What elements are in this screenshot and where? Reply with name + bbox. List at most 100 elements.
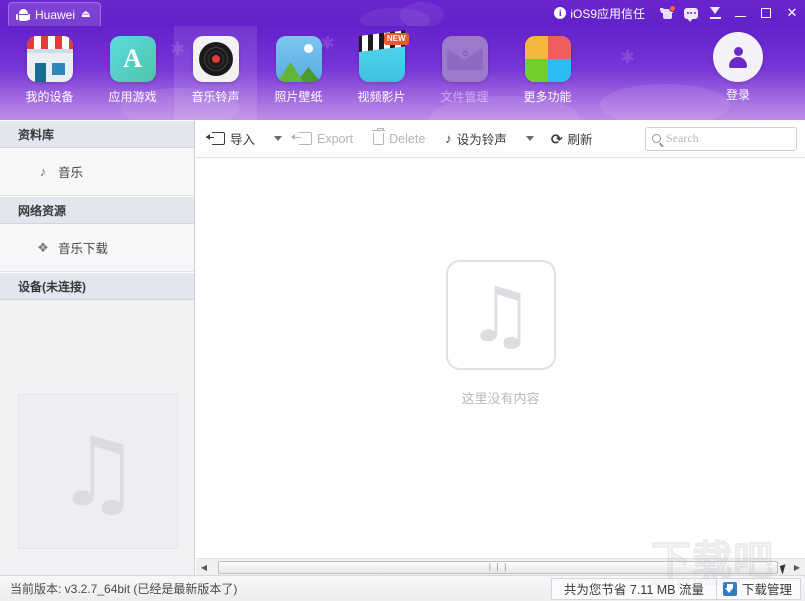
minimize-button[interactable] xyxy=(727,0,753,26)
skin-badge-dot xyxy=(668,5,676,12)
nav-item-my-device[interactable]: 我的设备 xyxy=(8,26,91,120)
sidebar-item-music[interactable]: ♪ 音乐 xyxy=(0,148,194,196)
ringtone-dropdown-button[interactable] xyxy=(517,126,541,152)
store-icon xyxy=(26,36,73,82)
delete-label: Delete xyxy=(389,131,426,146)
empty-state-text: 这里没有内容 xyxy=(461,390,540,406)
sidebar-header-library: 资料库 xyxy=(0,120,194,148)
nav-label: 音乐铃声 xyxy=(191,90,240,104)
chevron-down-icon xyxy=(274,136,283,141)
download-icon xyxy=(722,581,737,596)
import-dropdown-button[interactable] xyxy=(265,126,289,152)
refresh-label: 刷新 xyxy=(567,133,593,147)
content-panel: 导入 Export Delete ♪ 设为铃声 ⟳ 刷新 Search ♫ 这里… xyxy=(196,120,805,575)
download-manager-label: 下载管理 xyxy=(741,583,792,597)
nav-label: 应用游戏 xyxy=(108,90,157,104)
music-note-icon: ♫ xyxy=(466,269,535,359)
person-icon xyxy=(726,45,750,69)
sidebar-header-device: 设备(未连接) xyxy=(0,272,194,300)
import-icon xyxy=(206,132,225,145)
saved-traffic-label: 共为您节省 7.11 MB 流量 xyxy=(550,577,716,600)
export-label: Export xyxy=(317,131,354,146)
grid-icon xyxy=(524,36,571,82)
search-box[interactable] xyxy=(645,126,797,151)
maximize-button[interactable] xyxy=(753,0,779,26)
import-label: 导入 xyxy=(230,133,256,147)
nav-label: 我的设备 xyxy=(25,90,74,104)
nav-item-music-ringtones[interactable]: 音乐铃声 xyxy=(174,26,257,120)
info-icon: i xyxy=(554,7,567,19)
delete-button[interactable]: Delete xyxy=(363,126,435,152)
scrollbar-grip-icon: ❘❘❘ xyxy=(486,562,510,571)
appstore-icon: A xyxy=(109,36,156,82)
set-ringtone-button[interactable]: ♪ 设为铃声 xyxy=(435,126,517,152)
music-note-icon: ♪ xyxy=(39,164,47,179)
video-icon: NEW xyxy=(358,30,409,82)
titlebar-right-group: i iOS9应用信任 ✕ xyxy=(554,0,805,26)
refresh-icon: ⟳ xyxy=(550,130,563,147)
ringtone-icon: ♪ xyxy=(445,131,452,146)
cloud-decoration xyxy=(400,2,444,26)
login-button[interactable]: 登录 xyxy=(693,32,783,103)
download-icon[interactable] xyxy=(703,0,727,26)
scroll-right-arrow-icon[interactable]: ▶ xyxy=(789,560,805,575)
scrollbar-track[interactable]: ❘❘❘ xyxy=(212,559,789,575)
nav-items-group: 我的设备 A 应用游戏 音乐铃声 照片壁纸 NEW 视频影片 文件管理 更多功能 xyxy=(8,26,589,120)
horizontal-scrollbar[interactable]: ◀ ❘❘❘ ▶ xyxy=(196,558,805,575)
empty-state: ♫ 这里没有内容 xyxy=(196,158,805,538)
sidebar-item-label: 音乐下载 xyxy=(58,242,109,256)
nav-item-photos-wallpapers[interactable]: 照片壁纸 xyxy=(257,26,340,120)
sidebar: 资料库 ♪ 音乐 网络资源 ❖ 音乐下载 设备(未连接) ♫ xyxy=(0,120,195,575)
avatar xyxy=(713,32,763,82)
sidebar-header-network: 网络资源 xyxy=(0,196,194,224)
new-badge: NEW xyxy=(383,33,409,45)
title-bar: Huawei ⏏ i iOS9应用信任 ✕ xyxy=(0,0,805,26)
trash-icon xyxy=(372,127,386,145)
import-button[interactable]: 导入 xyxy=(202,126,265,152)
nav-item-videos[interactable]: NEW 视频影片 xyxy=(340,26,423,120)
message-icon[interactable] xyxy=(679,0,703,26)
scroll-left-arrow-icon[interactable]: ◀ xyxy=(196,560,212,575)
star-decoration: ✱ xyxy=(620,47,636,67)
skin-icon[interactable] xyxy=(655,0,679,26)
download-music-icon: ❖ xyxy=(37,239,49,255)
close-button[interactable]: ✕ xyxy=(779,0,805,26)
version-label: 当前版本: v3.2.7_64bit (已经是最新版本了) xyxy=(10,582,238,596)
main-navigation-bar: ✱ ✱ ✱ 我的设备 A 应用游戏 音乐铃声 照片壁纸 NEW 视频影片 文件管… xyxy=(0,26,805,120)
ios9-trust-notice[interactable]: i iOS9应用信任 xyxy=(554,5,645,22)
search-input[interactable] xyxy=(666,131,790,146)
content-toolbar: 导入 Export Delete ♪ 设为铃声 ⟳ 刷新 Search xyxy=(196,120,805,158)
photo-icon xyxy=(275,36,322,82)
album-art-placeholder: ♫ xyxy=(18,394,178,549)
sidebar-empty-space xyxy=(0,300,194,400)
refresh-button[interactable]: ⟳ 刷新 xyxy=(541,126,603,152)
login-label: 登录 xyxy=(725,88,750,102)
android-icon xyxy=(16,8,30,21)
music-note-icon: ♫ xyxy=(54,415,142,528)
ios9-trust-label: iOS9应用信任 xyxy=(570,6,645,21)
scrollbar-thumb[interactable]: ❘❘❘ xyxy=(218,560,778,574)
device-tab-huawei[interactable]: Huawei ⏏ xyxy=(8,2,102,26)
chevron-down-icon xyxy=(525,136,534,141)
export-button[interactable]: Export xyxy=(289,126,363,152)
nav-item-more-features[interactable]: 更多功能 xyxy=(506,26,589,120)
empty-state-icon-box: ♫ xyxy=(445,259,556,370)
folder-icon xyxy=(441,36,488,82)
eject-icon[interactable]: ⏏ xyxy=(81,9,90,20)
export-icon xyxy=(291,132,313,145)
status-bar: 当前版本: v3.2.7_64bit (已经是最新版本了) 共为您节省 7.11… xyxy=(0,575,805,601)
set-ringtone-label: 设为铃声 xyxy=(456,133,507,147)
nav-item-apps-games[interactable]: A 应用游戏 xyxy=(91,26,174,120)
application-window: Huawei ⏏ i iOS9应用信任 ✕ ✱ ✱ ✱ 我的设备 A 应用游戏 … xyxy=(0,0,805,601)
nav-label: 更多功能 xyxy=(523,90,572,104)
download-manager-button[interactable]: 下载管理 xyxy=(715,577,801,600)
vinyl-icon xyxy=(192,36,239,82)
nav-item-file-manager[interactable]: 文件管理 xyxy=(423,26,506,120)
sidebar-item-label: 音乐 xyxy=(58,166,84,180)
nav-label: 视频影片 xyxy=(357,90,406,104)
device-tab-label: Huawei xyxy=(35,7,76,22)
nav-label: 照片壁纸 xyxy=(274,90,323,104)
sidebar-item-music-download[interactable]: ❖ 音乐下载 xyxy=(0,224,194,272)
nav-label: 文件管理 xyxy=(440,90,489,104)
search-icon xyxy=(652,134,661,143)
